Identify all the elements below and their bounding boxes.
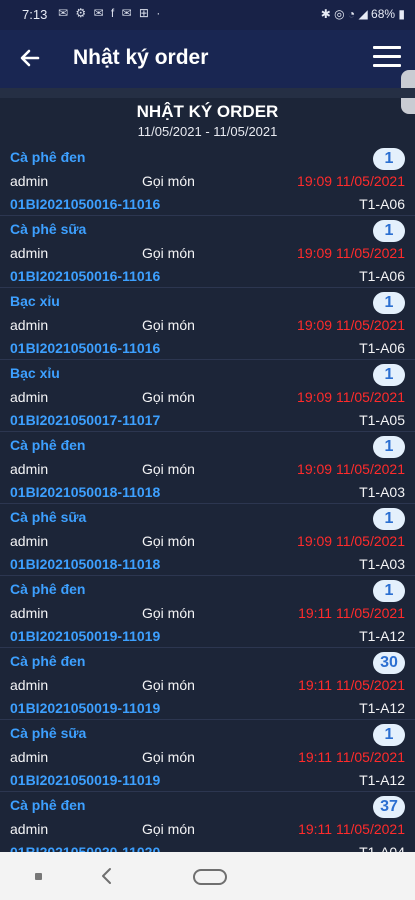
order-code: 01BI2021050018-11018 [10, 484, 161, 500]
order-user: admin [10, 317, 49, 333]
order-time: 19:09 11/05/2021 [297, 317, 405, 333]
quantity-badge: 1 [373, 364, 405, 386]
order-row[interactable]: Cà phê đen 1 admin Gọi món 19:09 11/05/2021 0… [0, 432, 415, 504]
quantity-badge: 1 [373, 580, 405, 602]
order-table: T1-A06 [359, 268, 405, 284]
quantity-badge: 1 [373, 220, 405, 242]
order-code: 01BI2021050020-11020 [10, 844, 161, 852]
quantity-badge: 1 [373, 724, 405, 746]
status-time: 7:13 [22, 7, 48, 22]
order-row[interactable]: Cà phê sữa 1 admin Gọi món 19:11 11/05/2021 0… [0, 720, 415, 792]
app-bar: Nhật ký order [0, 30, 415, 88]
order-time: 19:09 11/05/2021 [297, 389, 405, 405]
quantity-badge: 1 [373, 148, 405, 170]
order-row[interactable]: Cà phê đen 1 admin Gọi món 19:09 11/05/2021 0… [0, 144, 415, 216]
recent-apps-icon[interactable] [35, 873, 42, 880]
order-code: 01BI2021050016-11016 [10, 196, 161, 212]
order-row[interactable]: Bạc xỉu 1 admin Gọi món 19:09 11/05/2021 01BI… [0, 288, 415, 360]
order-user: admin [10, 533, 49, 549]
order-action: Gọi món [142, 173, 195, 189]
report-title: NHẬT KÝ ORDER [136, 102, 279, 121]
order-action: Gọi món [142, 533, 195, 549]
order-user: admin [10, 461, 49, 477]
order-action: Gọi món [142, 677, 195, 693]
order-item-name: Cà phê đen [10, 581, 86, 597]
order-user: admin [10, 605, 49, 621]
quantity-badge: 1 [373, 508, 405, 530]
order-time: 19:11 11/05/2021 [298, 677, 405, 693]
quantity-badge: 1 [373, 292, 405, 314]
quantity-badge: 37 [373, 796, 405, 818]
order-action: Gọi món [142, 821, 195, 837]
order-item-name: Bạc xỉu [10, 365, 60, 381]
order-time: 19:11 11/05/2021 [298, 749, 405, 765]
order-table: T1-A06 [359, 196, 405, 212]
order-item-name: Bạc xỉu [10, 293, 60, 309]
quantity-badge: 30 [373, 652, 405, 674]
divider [0, 88, 415, 98]
order-code: 01BI2021050016-11016 [10, 340, 161, 356]
order-row[interactable]: Cà phê sữa 1 admin Gọi món 19:09 11/05/2021 0… [0, 216, 415, 288]
system-status-icons: ✱ ◎ ◔ ◢ 68% ▮ [320, 7, 405, 21]
order-code: 01BI2021050019-11019 [10, 772, 161, 788]
order-table: T1-A12 [359, 772, 405, 788]
order-time: 19:09 11/05/2021 [297, 533, 405, 549]
notification-icons: ✉ ⚙ ✉ f ✉ ⊞ · [58, 6, 163, 20]
order-item-name: Cà phê đen [10, 797, 86, 813]
order-row[interactable]: Cà phê đen 1 admin Gọi món 19:11 11/05/2021 0… [0, 576, 415, 648]
order-item-name: Cà phê sữa [10, 509, 87, 525]
order-row[interactable]: Cà phê đen 30 admin Gọi món 19:11 11/05/2021… [0, 648, 415, 720]
order-action: Gọi món [142, 389, 195, 405]
status-bar: 7:13 ✉ ⚙ ✉ f ✉ ⊞ · ✱ ◎ ◔ ◢ 68% ▮ [0, 0, 415, 30]
order-time: 19:09 11/05/2021 [297, 245, 405, 261]
hamburger-icon[interactable] [373, 46, 401, 68]
order-user: admin [10, 677, 49, 693]
order-code: 01BI2021050019-11019 [10, 700, 161, 716]
order-table: T1-A03 [359, 556, 405, 572]
order-row[interactable]: Bạc xỉu 1 admin Gọi món 19:09 11/05/2021 01BI… [0, 360, 415, 432]
order-item-name: Cà phê đen [10, 653, 86, 669]
order-action: Gọi món [142, 605, 195, 621]
order-time: 19:11 11/05/2021 [298, 605, 405, 621]
order-action: Gọi món [142, 245, 195, 261]
order-item-name: Cà phê sữa [10, 221, 87, 237]
order-user: admin [10, 389, 49, 405]
date-range: 11/05/2021 - 11/05/2021 [137, 124, 278, 139]
order-table: T1-A12 [359, 628, 405, 644]
home-button[interactable] [193, 869, 227, 885]
order-row[interactable]: Cà phê sữa 1 admin Gọi món 19:09 11/05/2021 0… [0, 504, 415, 576]
order-row[interactable]: Cà phê đen 37 admin Gọi món 19:11 11/05/2021… [0, 792, 415, 852]
order-table: T1-A06 [359, 340, 405, 356]
order-table: T1-A03 [359, 484, 405, 500]
order-action: Gọi món [142, 461, 195, 477]
quantity-badge: 1 [373, 436, 405, 458]
order-code: 01BI2021050018-11018 [10, 556, 161, 572]
order-table: T1-A04 [359, 844, 405, 852]
order-action: Gọi món [142, 317, 195, 333]
order-item-name: Cà phê sữa [10, 725, 87, 741]
nav-back-icon[interactable] [96, 865, 118, 887]
order-user: admin [10, 821, 49, 837]
order-code: 01BI2021050016-11016 [10, 268, 161, 284]
order-time: 19:09 11/05/2021 [297, 461, 405, 477]
order-table: T1-A12 [359, 700, 405, 716]
order-user: admin [10, 749, 49, 765]
report-header: NHẬT KÝ ORDER 11/05/2021 - 11/05/2021 [0, 98, 415, 144]
system-navigation-bar [0, 852, 415, 900]
order-log-list[interactable]: Cà phê đen 1 admin Gọi món 19:09 11/05/2021 0… [0, 144, 415, 852]
page-title: Nhật ký order [73, 46, 209, 69]
order-code: 01BI2021050017-11017 [10, 412, 161, 428]
order-item-name: Cà phê đen [10, 149, 86, 165]
order-table: T1-A05 [359, 412, 405, 428]
order-time: 19:09 11/05/2021 [297, 173, 405, 189]
order-user: admin [10, 173, 49, 189]
order-user: admin [10, 245, 49, 261]
order-item-name: Cà phê đen [10, 437, 86, 453]
order-code: 01BI2021050019-11019 [10, 628, 161, 644]
order-time: 19:11 11/05/2021 [298, 821, 405, 837]
order-action: Gọi món [142, 749, 195, 765]
arrow-left-icon[interactable] [16, 44, 44, 72]
